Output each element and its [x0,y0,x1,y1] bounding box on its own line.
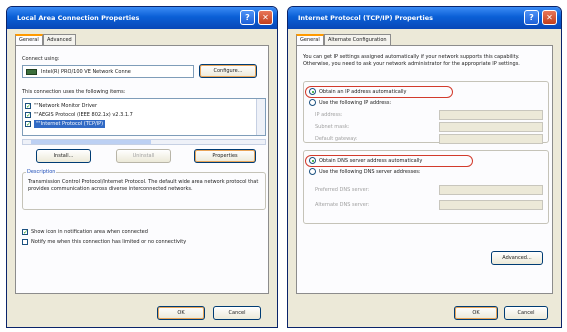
local-area-connection-properties-dialog: Local Area Connection Properties ? ✕ Gen… [6,6,278,328]
obtain-ip-label: Obtain an IP address automatically [319,89,407,95]
checkbox-icon[interactable]: ✓ [25,112,31,119]
show-icon-label: Show icon in notification area when conn… [31,229,148,235]
list-item[interactable]: ✓ ""AEGIS Protocol (IEEE 802.1x) v2.3.1.… [25,111,255,119]
help-icon[interactable]: ? [524,10,539,25]
use-dns-radio[interactable] [309,168,316,175]
tab-alternate-configuration[interactable]: Alternate Configuration [324,34,391,45]
ip-address-field[interactable] [439,110,543,120]
advanced-button[interactable]: Advanced... [491,251,543,265]
use-ip-label: Use the following IP address: [319,100,392,106]
uninstall-button[interactable]: Uninstall [116,149,171,163]
install-button[interactable]: Install... [36,149,91,163]
obtain-dns-label: Obtain DNS server address automatically [319,158,423,164]
cancel-button[interactable]: Cancel [213,306,261,320]
alternate-dns-label: Alternate DNS server: [315,202,370,208]
tcpip-properties-dialog: Internet Protocol (TCP/IP) Properties ? … [287,6,562,328]
list-item[interactable]: ✓ ""Network Monitor Driver [25,102,255,110]
close-icon[interactable]: ✕ [542,10,557,25]
description-text: Transmission Control Protocol/Internet P… [28,179,259,192]
checkbox-icon[interactable]: ✓ [25,103,31,110]
default-gateway-label: Default gateway: [315,136,358,142]
ok-button[interactable]: OK [157,306,205,320]
adapter-name: Intel(R) PRO/100 VE Network Conne [41,69,131,75]
preferred-dns-label: Preferred DNS server: [315,187,370,193]
list-scrollbar[interactable] [256,99,265,135]
adapter-box: Intel(R) PRO/100 VE Network Conne [22,65,194,78]
items-label: This connection uses the following items… [22,89,126,95]
description-title: Description [26,169,57,175]
checkbox-icon[interactable]: ✓ [25,121,31,128]
show-icon-checkbox[interactable]: ✓ [22,229,28,236]
right-dialog-title: Internet Protocol (TCP/IP) Properties [298,14,434,22]
use-dns-label: Use the following DNS server addresses: [319,169,421,175]
list-item-selected[interactable]: ✓ ""Internet Protocol (TCP/IP) [25,120,255,128]
ip-address-label: IP address: [315,112,343,118]
scrollbar-thumb[interactable] [31,140,151,144]
default-gateway-field[interactable] [439,134,543,144]
properties-button[interactable]: Properties [194,149,256,163]
configure-button[interactable]: Configure... [199,64,257,78]
notify-label: Notify me when this connection has limit… [31,239,187,245]
preferred-dns-field[interactable] [439,185,543,195]
cancel-button[interactable]: Cancel [504,306,548,320]
list-item-label: ""Network Monitor Driver [34,103,98,109]
obtain-ip-radio[interactable] [309,88,316,95]
network-adapter-icon [26,69,37,75]
left-general-panel: Connect using: Intel(R) PRO/100 VE Netwo… [15,45,269,294]
use-ip-radio[interactable] [309,99,316,106]
left-dialog-title: Local Area Connection Properties [17,14,140,22]
right-general-panel: You can get IP settings assigned automat… [296,45,553,294]
intro-text: You can get IP settings assigned automat… [303,54,520,67]
horizontal-scrollbar[interactable] [22,139,266,145]
right-title-bar[interactable]: Internet Protocol (TCP/IP) Properties ? … [288,7,561,29]
connect-using-label: Connect using: [22,56,60,62]
description-group: Description Transmission Control Protoco… [22,169,266,210]
components-list[interactable]: ✓ ""Network Monitor Driver ✓ ""AEGIS Pro… [22,98,266,136]
list-item-label: ""AEGIS Protocol (IEEE 802.1x) v2.3.1.7 [34,112,133,118]
ok-button[interactable]: OK [454,306,498,320]
help-icon[interactable]: ? [240,10,255,25]
tab-advanced[interactable]: Advanced [43,34,76,45]
obtain-dns-radio[interactable] [309,157,316,164]
list-item-label: ""Internet Protocol (TCP/IP) [34,120,106,128]
subnet-mask-field[interactable] [439,122,543,132]
left-title-bar[interactable]: Local Area Connection Properties ? ✕ [7,7,277,29]
close-icon[interactable]: ✕ [258,10,273,25]
alternate-dns-field[interactable] [439,200,543,210]
notify-checkbox[interactable] [22,239,28,245]
subnet-mask-label: Subnet mask: [315,124,350,130]
